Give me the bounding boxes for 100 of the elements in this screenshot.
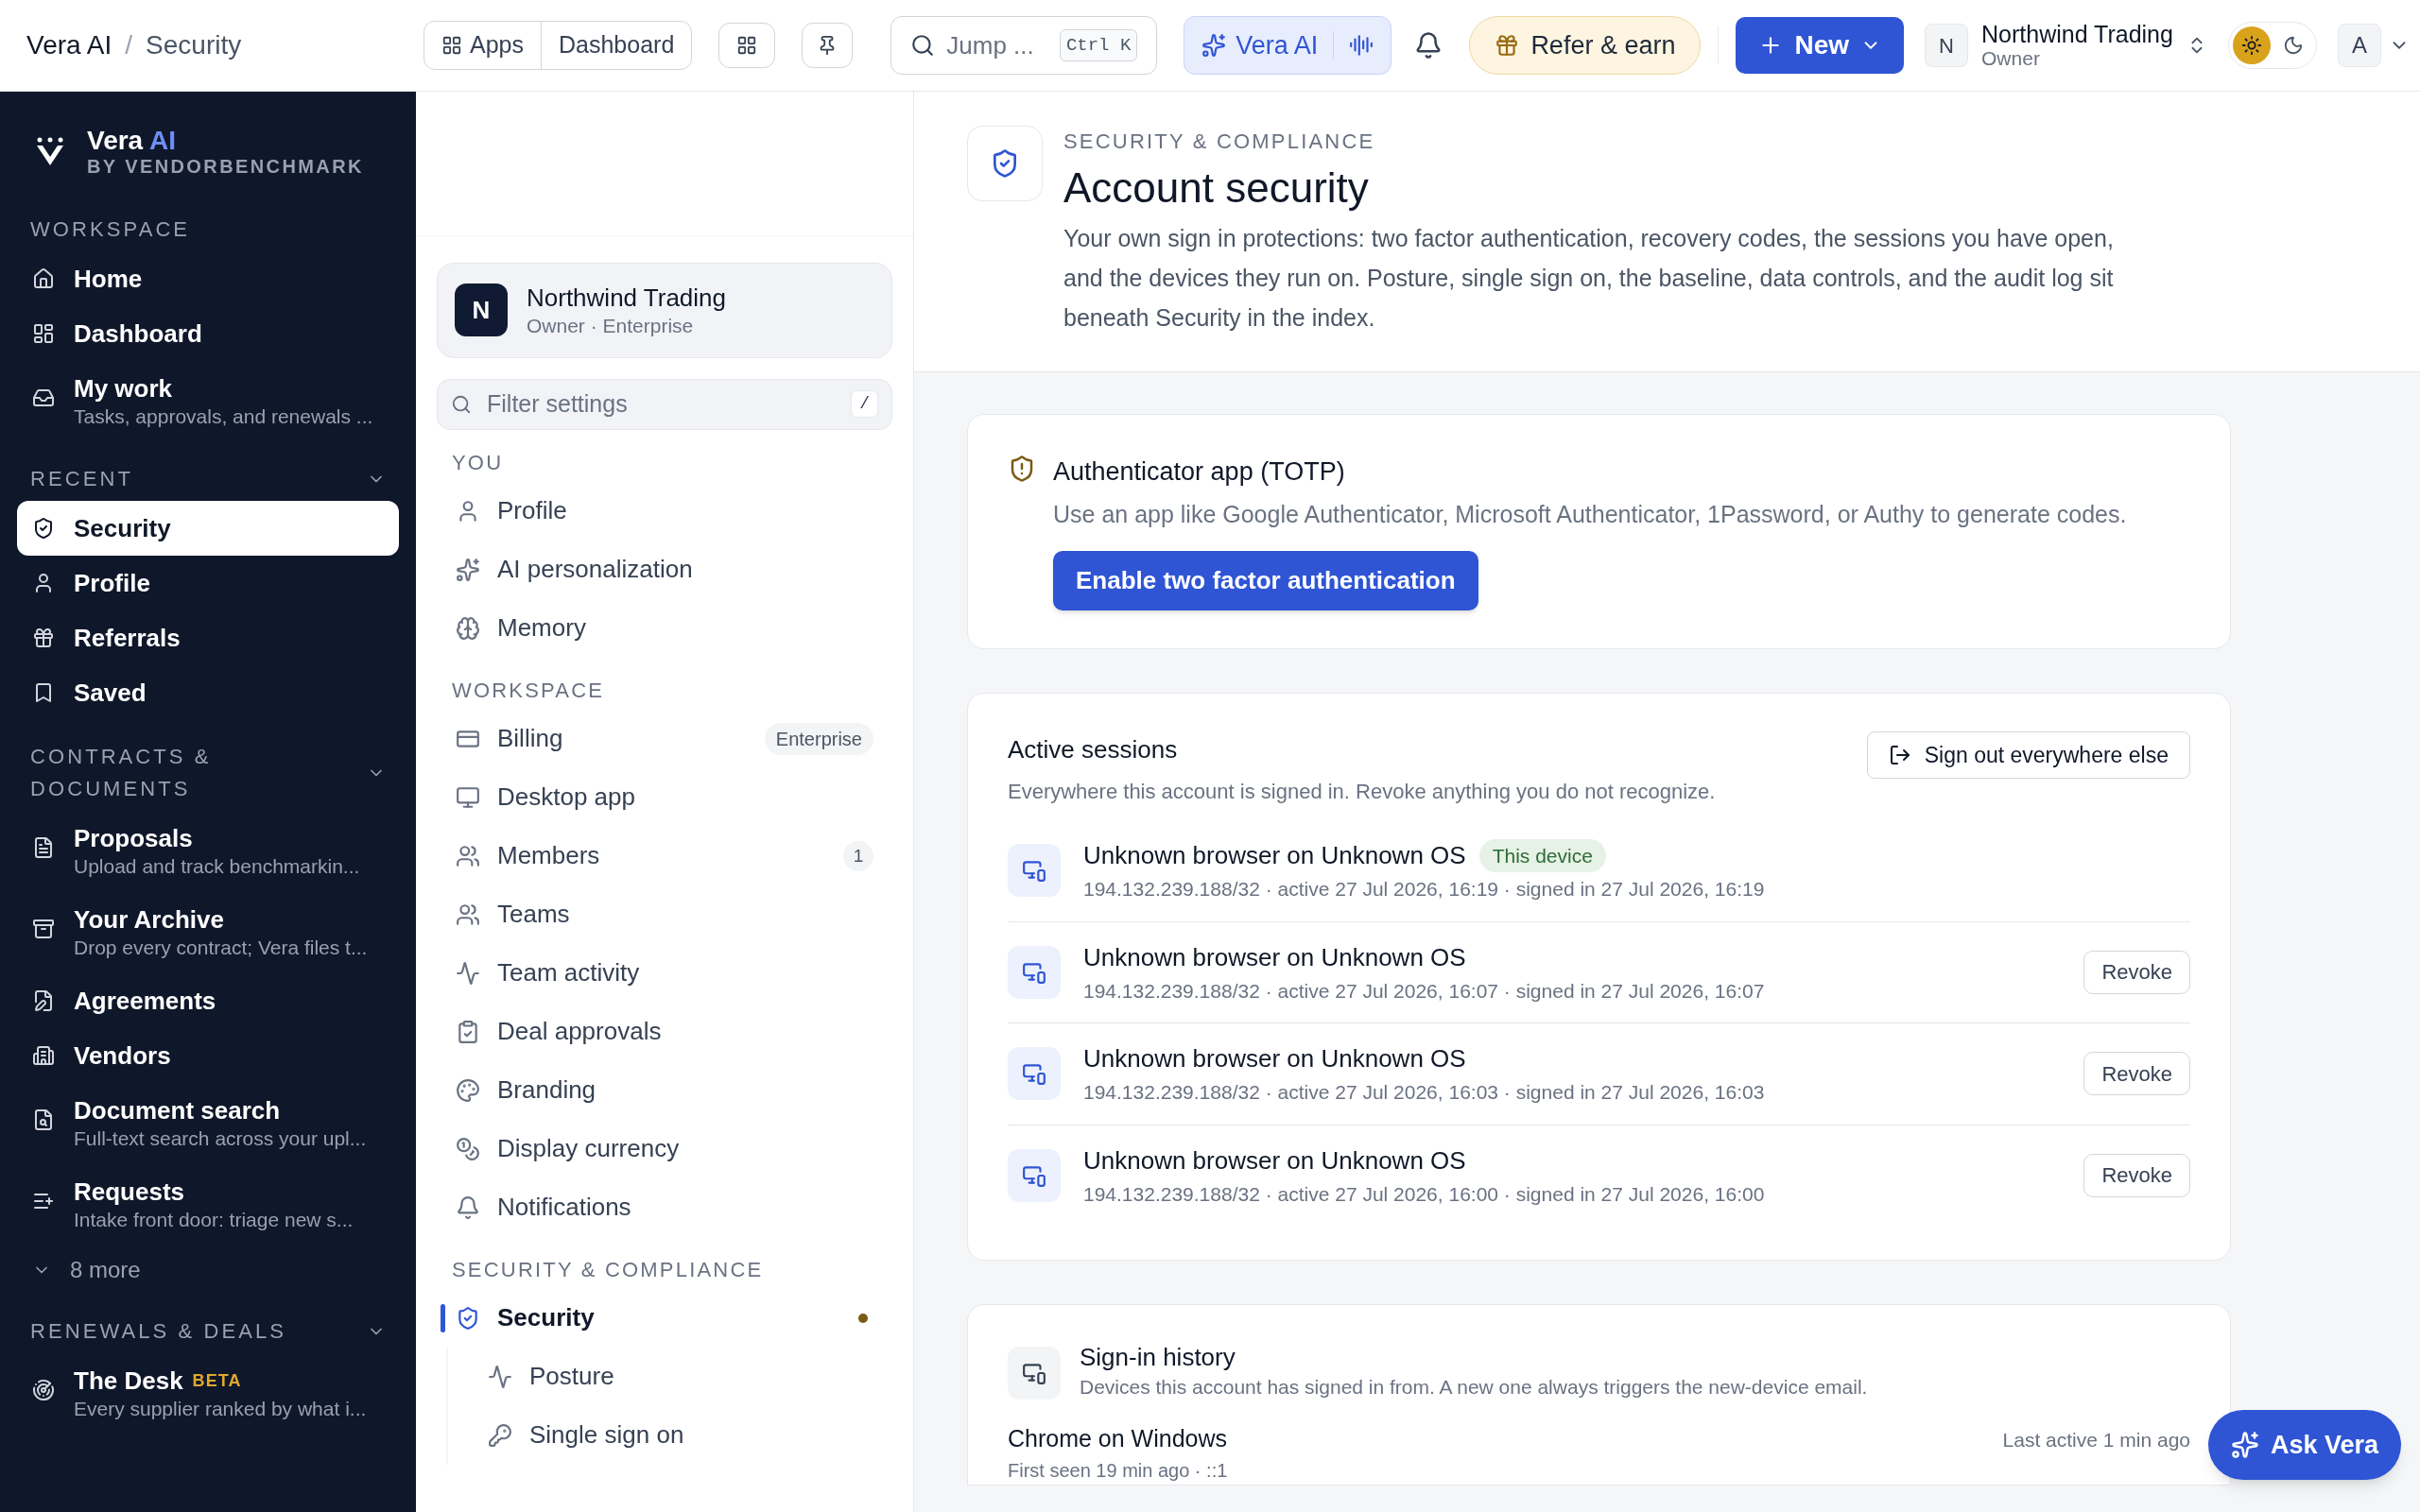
org-detail: Owner · Enterprise: [527, 313, 695, 338]
audio-wave-icon: [1349, 33, 1374, 58]
item-label: Security: [74, 513, 171, 544]
item-label: AI personalization: [497, 554, 694, 586]
settings-nav-item[interactable]: Members 1: [437, 826, 892, 885]
shield-icon: [456, 1305, 480, 1331]
current-device-badge: This device: [1478, 838, 1606, 873]
archive-icon: [32, 918, 55, 941]
breadcrumb-link[interactable]: Vera AI: [26, 26, 112, 65]
monitor-icon: [456, 784, 480, 810]
org-name: Northwind Trading: [1981, 21, 2173, 48]
activity-icon: [488, 1364, 512, 1389]
item-label: Security: [497, 1302, 596, 1334]
item-subtitle: Every supplier ranked by what i...: [74, 1397, 367, 1422]
card-title: Sign-in history: [1080, 1343, 1236, 1373]
sparkles-icon: [1201, 33, 1227, 58]
item-label: Deal approvals: [497, 1016, 663, 1048]
brain-icon: [456, 615, 480, 641]
grid-button[interactable]: [718, 23, 776, 68]
settings-nav-item[interactable]: Notifications: [437, 1177, 892, 1237]
org-card[interactable]: N Northwind Trading Owner · Enterprise: [437, 263, 892, 358]
revoke-button[interactable]: Revoke: [2083, 1153, 2190, 1197]
sidebar-item[interactable]: Dashboard: [17, 306, 399, 362]
user-avatar[interactable]: A: [2337, 24, 2381, 67]
sidebar-item[interactable]: Home: [17, 251, 399, 307]
settings-nav-item[interactable]: Single sign on: [448, 1405, 892, 1465]
session-meta: 194.132.239.188/32 · active 27 Jul 2026, 16:03 · signed in 27 Jul 2026, 16:03: [1083, 1080, 1766, 1106]
settings-nav-item[interactable]: Deal approvals: [437, 1002, 892, 1061]
brand-byline: BY VENDORBENCHMARK: [87, 156, 364, 179]
ask-vera-button[interactable]: Ask Vera: [2207, 1410, 2401, 1480]
revoke-button[interactable]: Revoke: [2083, 950, 2190, 994]
sun-icon[interactable]: [2232, 26, 2271, 64]
settings-nav-item[interactable]: Security: [437, 1288, 892, 1348]
sidebar-item[interactable]: Proposals Upload and track benchmarkin...: [17, 811, 399, 893]
dashboard-button[interactable]: Dashboard: [542, 22, 692, 69]
key-icon: [488, 1422, 512, 1448]
building-icon: [32, 1044, 55, 1068]
shortcut-key: /: [851, 390, 878, 419]
session-title: Unknown browser on Unknown OS: [1083, 1144, 1466, 1177]
new-button[interactable]: New: [1736, 17, 1905, 74]
org-switcher[interactable]: N Northwind Trading Owner: [1925, 21, 2207, 70]
item-label: Home: [74, 264, 143, 295]
sidebar-item[interactable]: Document search Full-text search across your upl...: [17, 1083, 399, 1165]
gift-icon: [1495, 33, 1520, 58]
session-meta: 194.132.239.188/32 · active 27 Jul 2026, 16:00 · signed in 27 Jul 2026, 16:00: [1083, 1181, 1766, 1207]
sidebar-item[interactable]: Referrals: [17, 610, 399, 666]
revoke-button[interactable]: Revoke: [2083, 1052, 2190, 1096]
item-label: Dashboard: [74, 318, 202, 350]
item-label: Single sign on: [529, 1419, 685, 1452]
item-label: Agreements: [74, 986, 216, 1017]
jump-search-field[interactable]: Jump ... Ctrl K: [890, 16, 1158, 75]
users-icon: [456, 843, 480, 868]
sidebar-item[interactable]: Your Archive Drop every contract; Vera files t...: [17, 892, 399, 974]
sidebar-item[interactable]: The Desk BETA Every supplier ranked by what i...: [17, 1353, 399, 1435]
search-placeholder: Jump ...: [946, 29, 1035, 61]
section-heading: WORKSPACE: [30, 216, 191, 244]
item-label: Branding: [497, 1074, 597, 1107]
settings-nav-item[interactable]: Team activity: [437, 943, 892, 1003]
settings-nav-item[interactable]: AI personalization: [437, 540, 892, 599]
enable-2fa-button[interactable]: Enable two factor authentication: [1053, 551, 1478, 611]
session-title: Unknown browser on Unknown OS: [1083, 840, 1466, 872]
gift-icon: [32, 627, 55, 650]
clipboard-icon: [456, 1019, 480, 1044]
pin-button[interactable]: [802, 23, 854, 68]
sidebar-item[interactable]: Requests Intake front door: triage new s...: [17, 1164, 399, 1246]
item-label: Members: [497, 840, 601, 872]
settings-nav-item[interactable]: Profile: [437, 481, 892, 541]
card-description: Devices this account has signed in from. A new one always triggers the new-device email.: [1080, 1375, 1868, 1400]
session-meta: 194.132.239.188/32 · active 27 Jul 2026, 16:07 · signed in 27 Jul 2026, 16:07: [1083, 978, 1766, 1004]
item-label: My work: [74, 373, 173, 404]
item-label: Your Archive: [74, 904, 224, 936]
sidebar-item[interactable]: Saved: [17, 665, 399, 721]
item-label: Notifications: [497, 1192, 632, 1224]
settings-nav-item[interactable]: Teams: [437, 885, 892, 944]
sidebar-item[interactable]: My work Tasks, approvals, and renewals ...: [17, 361, 399, 443]
refer-button[interactable]: Refer & earn: [1469, 16, 1702, 75]
settings-nav-item[interactable]: Branding: [437, 1060, 892, 1120]
plan-badge: Enterprise: [764, 722, 873, 755]
sign-out-everywhere-button[interactable]: Sign out everywhere else: [1866, 731, 2190, 780]
settings-nav-item[interactable]: Billing Enterprise: [437, 709, 892, 768]
page-description: Your own sign in protections: two factor authentication, recovery codes, the sessions you have open, and the devices they run on. Posture, single sign on, the baseline, data controls, and the audit log sit beneath Security in the index.: [1063, 224, 2115, 334]
item-label: Vendors: [74, 1040, 171, 1072]
show-more-button[interactable]: 8 more: [17, 1246, 399, 1296]
sidebar-item[interactable]: Agreements: [17, 973, 399, 1029]
assistant-button[interactable]: Vera AI: [1184, 16, 1392, 75]
settings-nav-item[interactable]: Desktop app: [437, 767, 892, 827]
palette-icon: [456, 1077, 480, 1103]
radar-icon: [32, 1379, 55, 1402]
sidebar-item[interactable]: Profile: [17, 556, 399, 611]
device-title: Chrome on Windows: [1008, 1423, 1228, 1453]
page-title: Account security: [1063, 163, 1370, 213]
settings-nav-item[interactable]: Display currency: [437, 1119, 892, 1178]
item-label: Profile: [497, 495, 568, 527]
settings-nav-item[interactable]: Posture: [448, 1347, 892, 1406]
item-subtitle: Upload and track benchmarkin...: [74, 854, 360, 880]
apps-button[interactable]: Apps: [424, 22, 542, 69]
filter-settings-field[interactable]: Filter settings /: [437, 378, 892, 430]
settings-nav-item[interactable]: Memory: [437, 598, 892, 658]
sidebar-item[interactable]: Security: [17, 501, 399, 557]
sidebar-item[interactable]: Vendors: [17, 1028, 399, 1084]
